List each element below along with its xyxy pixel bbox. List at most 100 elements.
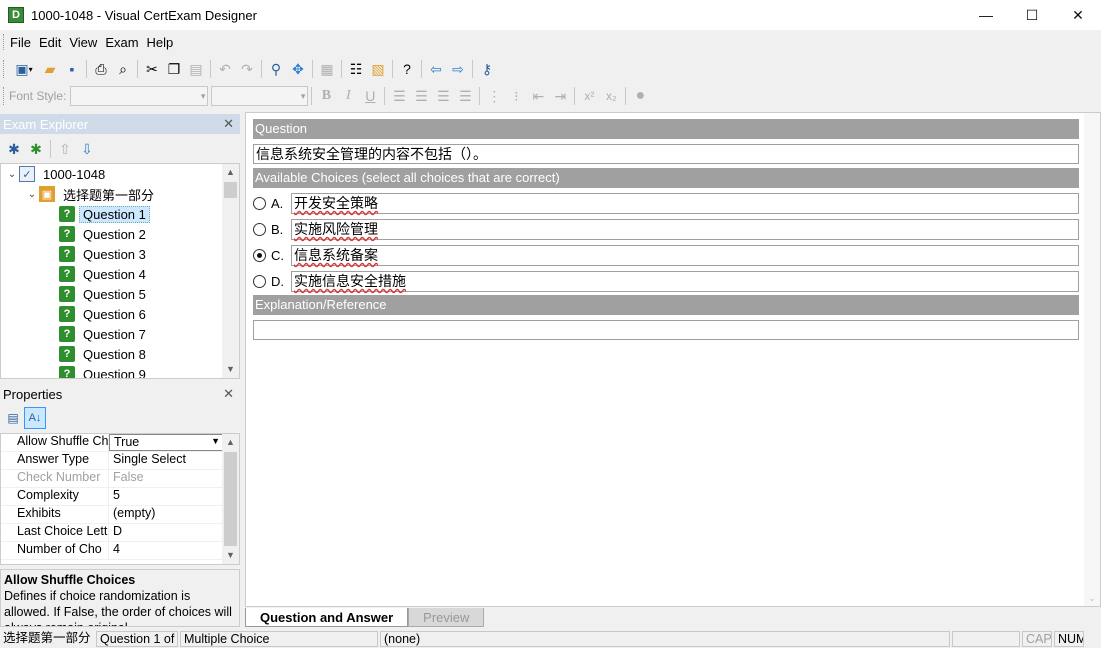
tree-question-item[interactable]: ? Question 3 (59, 244, 150, 264)
move-up-icon[interactable]: ⇧ (54, 138, 76, 160)
property-value[interactable]: False (109, 470, 223, 487)
menu-view[interactable]: View (65, 35, 101, 50)
new-exam-icon[interactable]: ▣ ▾ (9, 58, 39, 80)
open-folder-icon[interactable]: ▰ (39, 58, 61, 80)
choice-text-field[interactable]: 信息系统备案 (291, 245, 1079, 266)
italic-button[interactable]: I (337, 85, 359, 107)
property-row[interactable]: Check Number False (1, 470, 239, 488)
collapse-icon[interactable]: ⌄ (25, 189, 39, 200)
properties-scrollbar[interactable]: ▲ ▼ (222, 434, 239, 564)
property-value[interactable]: D (109, 524, 223, 541)
tree-question-item[interactable]: ? Question 8 (59, 344, 150, 364)
property-value[interactable]: 5 (109, 488, 223, 505)
paste-icon[interactable]: ▤ (185, 58, 207, 80)
print-preview-icon[interactable]: ⌕ (112, 58, 134, 80)
export-icon[interactable]: ⇨ (447, 58, 469, 80)
font-style-combo[interactable]: ▾ (70, 86, 209, 106)
tree-question-item[interactable]: ? Question 4 (59, 264, 150, 284)
indent-icon[interactable]: ⇥ (549, 85, 571, 107)
choice-radio[interactable] (253, 196, 266, 210)
property-value[interactable]: Single Select (109, 452, 223, 469)
choice-radio[interactable] (253, 222, 266, 236)
property-row[interactable]: Exhibits (empty) (1, 506, 239, 524)
find-icon[interactable]: ⚲ (265, 58, 287, 80)
exam-properties-icon[interactable]: ▧ (367, 58, 389, 80)
question-text-field[interactable]: 信息系统安全管理的内容不包括（）。 (253, 144, 1079, 164)
cut-icon[interactable]: ✂ (141, 58, 163, 80)
menu-file[interactable]: File (6, 35, 35, 50)
property-value[interactable]: 4 (109, 542, 223, 559)
align-left-icon[interactable]: ☰ (388, 85, 410, 107)
numbered-list-icon[interactable]: ⋮ (483, 85, 505, 107)
scroll-down-icon[interactable]: ⌄ (1084, 593, 1100, 604)
add-section-icon[interactable]: ✱ (3, 138, 25, 160)
maximize-button[interactable]: ☐ (1009, 0, 1055, 30)
choice-text-field[interactable]: 实施风险管理 (291, 219, 1079, 240)
help-icon[interactable]: ? (396, 58, 418, 80)
explanation-field[interactable] (253, 320, 1079, 340)
tree-section[interactable]: ⌄ ▣ 选择题第一部分 (25, 184, 158, 204)
print-icon[interactable]: ⎙ (90, 58, 112, 80)
redo-icon[interactable]: ↷ (236, 58, 258, 80)
image-icon[interactable]: ▦ (316, 58, 338, 80)
tree-scrollbar[interactable]: ▲ ▼ (222, 164, 239, 378)
tree-structure-icon[interactable]: ☷ (345, 58, 367, 80)
underline-button[interactable]: U (359, 85, 381, 107)
property-value[interactable]: (empty) (109, 506, 223, 523)
move-down-icon[interactable]: ⇩ (76, 138, 98, 160)
choice-radio[interactable] (253, 274, 266, 288)
align-center-icon[interactable]: ☰ (410, 85, 432, 107)
property-row[interactable]: Allow Shuffle Ch True ▼ (1, 434, 239, 452)
save-icon[interactable]: ▪ (61, 58, 83, 80)
add-question-icon[interactable]: ✱ (25, 138, 47, 160)
subscript-icon[interactable]: x₂ (600, 85, 622, 107)
import-icon[interactable]: ⇦ (425, 58, 447, 80)
choice-text-field[interactable]: 开发安全策略 (291, 193, 1079, 214)
property-row[interactable]: Number of Cho 4 (1, 542, 239, 560)
scroll-down-icon[interactable]: ▼ (222, 361, 239, 378)
move-icon[interactable]: ✥ (287, 58, 309, 80)
choice-text-field[interactable]: 实施信息安全措施 (291, 271, 1079, 292)
editor-scrollbar[interactable]: ⌄ (1084, 113, 1100, 606)
tree-question-item[interactable]: ? Question 9 (59, 364, 150, 378)
menu-help[interactable]: Help (143, 35, 178, 50)
bullet-list-icon[interactable]: ⁝ (505, 85, 527, 107)
tree-question-item[interactable]: ? Question 6 (59, 304, 150, 324)
minimize-button[interactable]: — (963, 0, 1009, 30)
choice-radio[interactable] (253, 248, 266, 262)
menu-exam[interactable]: Exam (101, 35, 142, 50)
exam-explorer-close-button[interactable]: ✕ (223, 116, 234, 132)
tree-question-item[interactable]: ? Question 2 (59, 224, 150, 244)
categorized-icon[interactable]: ▤ (2, 407, 24, 429)
justify-icon[interactable]: ☰ (454, 85, 476, 107)
alphabetical-icon[interactable]: A↓ (24, 407, 46, 429)
bold-button[interactable]: B (315, 85, 337, 107)
tree-question-item[interactable]: ? Question 7 (59, 324, 150, 344)
outdent-icon[interactable]: ⇤ (527, 85, 549, 107)
tree-question-item[interactable]: ? Question 1 (59, 204, 150, 224)
close-button[interactable]: ✕ (1055, 0, 1101, 30)
symbol-icon[interactable]: ● (629, 85, 651, 107)
search-key-icon[interactable]: ⚷ (476, 58, 498, 80)
tree-root[interactable]: ⌄ ✓ 1000-1048 (5, 164, 109, 184)
copy-icon[interactable]: ❐ (163, 58, 185, 80)
properties-close-button[interactable]: ✕ (223, 386, 234, 402)
undo-icon[interactable]: ↶ (214, 58, 236, 80)
property-row[interactable]: Complexity 5 (1, 488, 239, 506)
property-value[interactable]: True ▼ (109, 434, 223, 451)
font-size-combo[interactable]: ▾ (211, 86, 309, 106)
menu-edit[interactable]: Edit (35, 35, 65, 50)
align-right-icon[interactable]: ☰ (432, 85, 454, 107)
collapse-icon[interactable]: ⌄ (5, 169, 19, 180)
tab-question-and-answer[interactable]: Question and Answer (245, 608, 409, 627)
dropdown-arrow-icon[interactable]: ▼ (211, 436, 220, 446)
scrollbar-thumb[interactable] (224, 452, 237, 546)
scroll-up-icon[interactable]: ▲ (222, 434, 239, 451)
tab-preview[interactable]: Preview (408, 608, 485, 627)
tree-question-item[interactable]: ? Question 5 (59, 284, 150, 304)
scroll-up-icon[interactable]: ▲ (222, 164, 239, 181)
scrollbar-thumb[interactable] (224, 182, 237, 198)
scroll-down-icon[interactable]: ▼ (222, 547, 239, 564)
property-row[interactable]: Answer Type Single Select (1, 452, 239, 470)
superscript-icon[interactable]: x² (578, 85, 600, 107)
